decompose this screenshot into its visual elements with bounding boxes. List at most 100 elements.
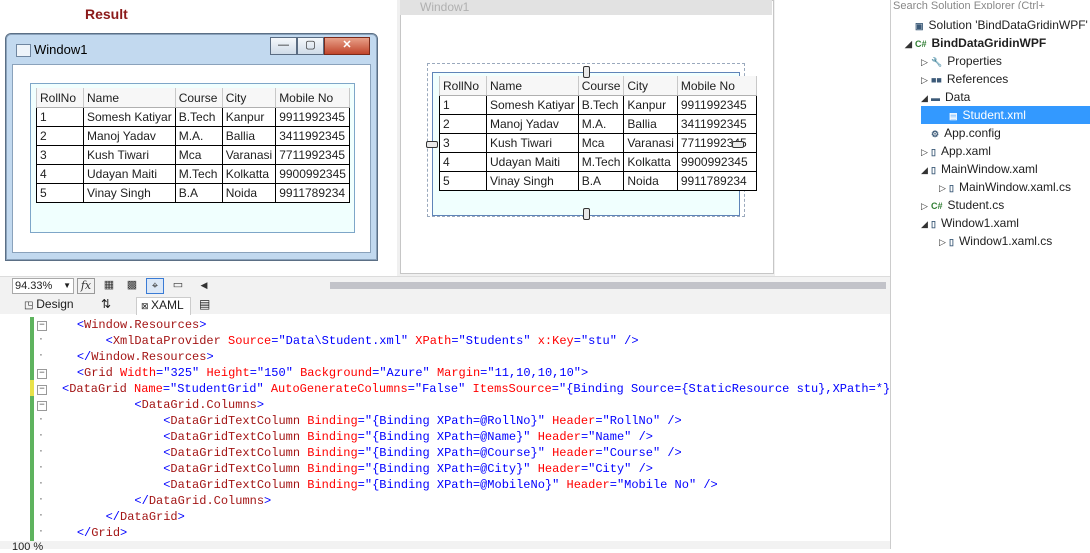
designer-grid-table[interactable]: RollNo Name Course City Mobile No 1 Somesh Ka… [439, 76, 757, 191]
tree-item[interactable]: ▷ ■■ References [921, 70, 1008, 88]
resize-handle-top[interactable] [583, 66, 590, 78]
editor-zoom[interactable]: 100 % [12, 541, 43, 553]
table-cell[interactable]: 7711992345 [677, 133, 757, 153]
column-header[interactable]: City [222, 88, 277, 108]
column-header[interactable]: RollNo [36, 88, 84, 108]
table-cell[interactable]: Mca [578, 133, 625, 153]
fold-collapse-icon[interactable]: − [37, 369, 47, 379]
expand-arrow-icon[interactable]: ▷ [921, 71, 931, 89]
table-cell[interactable]: 9900992345 [677, 152, 757, 172]
table-cell[interactable]: 3 [439, 133, 487, 153]
table-cell[interactable]: Somesh Katiyar [486, 95, 579, 115]
expand-arrow-icon[interactable]: ▷ [921, 197, 931, 215]
table-cell[interactable]: Somesh Katiyar [83, 107, 176, 127]
tree-item[interactable]: ▣ Solution 'BindDataGridinWPF' (1 [905, 16, 1090, 34]
table-cell[interactable]: Vinay Singh [486, 171, 579, 191]
fold-collapse-icon[interactable]: − [37, 321, 47, 331]
column-header[interactable]: Mobile No [275, 88, 350, 108]
expand-arrow-icon[interactable]: ▷ [939, 179, 949, 197]
table-cell[interactable]: Udayan Maiti [486, 152, 579, 172]
tab-xaml[interactable]: ⊠ XAML [136, 297, 191, 315]
result-grid-table[interactable]: RollNo Name Course City Mobile No 1 Somesh Ka… [36, 88, 350, 203]
column-header[interactable]: Name [83, 88, 176, 108]
table-cell[interactable]: B.Tech [175, 107, 223, 127]
table-cell[interactable]: 5 [36, 183, 84, 203]
code-line[interactable]: <DataGridTextColumn Binding="{Binding XP… [48, 461, 653, 477]
table-cell[interactable]: Kush Tiwari [83, 145, 176, 165]
table-cell[interactable]: 7711992345 [275, 145, 350, 165]
code-line[interactable]: <DataGridTextColumn Binding="{Binding XP… [48, 413, 682, 429]
table-cell[interactable]: Noida [623, 171, 678, 191]
resize-handle-bottom[interactable] [583, 208, 590, 220]
table-cell[interactable]: Vinay Singh [83, 183, 176, 203]
table-cell[interactable]: 4 [36, 164, 84, 184]
tree-item[interactable]: ▷ ▯ Window1.xaml.cs [939, 232, 1052, 250]
table-cell[interactable]: 2 [36, 126, 84, 146]
tree-item[interactable]: ▷ ▯ MainWindow.xaml.cs [939, 178, 1071, 196]
code-line[interactable]: </Grid> [48, 525, 127, 541]
table-row[interactable]: 4 Udayan Maiti M.Tech Kolkatta 9900992345 [36, 164, 350, 184]
code-line[interactable]: <DataGridTextColumn Binding="{Binding XP… [48, 477, 718, 493]
designer-datagrid[interactable]: RollNo Name Course City Mobile No 1 Somesh Ka… [432, 72, 757, 216]
table-cell[interactable]: 9900992345 [275, 164, 350, 184]
fold-collapse-icon[interactable]: − [37, 385, 47, 395]
swap-panes-button[interactable]: ⇅ [101, 297, 111, 311]
expand-arrow-icon[interactable]: ▷ [921, 143, 931, 161]
code-line[interactable]: <DataGridTextColumn Binding="{Binding XP… [48, 429, 653, 445]
maximize-button[interactable]: ▢ [297, 37, 324, 55]
column-header[interactable]: Course [175, 88, 223, 108]
grid-icon[interactable]: ▦ [101, 278, 117, 292]
table-cell[interactable]: Kolkatta [623, 152, 678, 172]
table-cell[interactable]: Ballia [222, 126, 277, 146]
code-line[interactable]: <DataGridTextColumn Binding="{Binding XP… [48, 445, 682, 461]
code-line[interactable]: <Grid Width="325" Height="150" Backgroun… [48, 365, 588, 381]
tree-item[interactable]: ◢ ▬ Data [921, 88, 970, 106]
table-cell[interactable]: Manoj Yadav [486, 114, 579, 134]
formula-fx-icon[interactable]: fx [77, 278, 95, 294]
column-header[interactable]: Name [486, 76, 579, 96]
expand-arrow-icon[interactable]: ▷ [921, 53, 931, 71]
minimize-button[interactable]: — [270, 37, 297, 55]
table-cell[interactable]: M.Tech [578, 152, 625, 172]
tree-item[interactable]: ▤ Student.xml [939, 106, 1026, 124]
table-cell[interactable]: Mca [175, 145, 223, 165]
snap-grid-icon[interactable]: ▩ [124, 278, 140, 292]
table-cell[interactable]: 5 [439, 171, 487, 191]
table-cell[interactable]: B.A [578, 171, 625, 191]
tab-design[interactable]: ◳ Design [24, 297, 74, 311]
table-cell[interactable]: Varanasi [222, 145, 277, 165]
table-cell[interactable]: 3 [36, 145, 84, 165]
table-cell[interactable]: Varanasi [623, 133, 678, 153]
tree-item[interactable]: ▷ 🔧 Properties [921, 52, 1002, 70]
split-pane-icon[interactable]: ▤ [199, 297, 210, 311]
resize-handle-left[interactable] [426, 141, 438, 148]
table-cell[interactable]: Kanpur [222, 107, 277, 127]
table-cell[interactable]: B.Tech [578, 95, 625, 115]
table-cell[interactable]: 9911789234 [275, 183, 350, 203]
table-cell[interactable]: Kush Tiwari [486, 133, 579, 153]
tree-item[interactable]: ◢ C# BindDataGridinWPF [905, 34, 1046, 52]
code-line[interactable]: <Window.Resources> [48, 317, 207, 333]
collapse-arrow-icon[interactable]: ◢ [905, 35, 915, 53]
tree-item[interactable]: ◢ ▯ MainWindow.xaml [921, 160, 1038, 178]
table-cell[interactable]: 9911992345 [275, 107, 350, 127]
table-row[interactable]: 1 Somesh Katiyar B.Tech Kanpur 9911992345 [36, 107, 350, 127]
resize-handle-right[interactable] [732, 141, 744, 148]
table-cell[interactable]: 2 [439, 114, 487, 134]
table-cell[interactable]: 4 [439, 152, 487, 172]
horizontal-scrollbar-thumb[interactable] [330, 282, 886, 289]
result-datagrid[interactable]: RollNo Name Course City Mobile No 1 Somesh Ka… [30, 83, 355, 233]
table-cell[interactable]: Noida [222, 183, 277, 203]
close-button[interactable]: ✕ [324, 37, 370, 55]
table-row[interactable]: 2 Manoj Yadav M.A. Ballia 3411992345 [36, 126, 350, 146]
table-row[interactable]: 5 Vinay Singh B.A Noida 9911789234 [439, 171, 757, 191]
column-header[interactable]: Mobile No [677, 76, 757, 96]
table-row[interactable]: 4 Udayan Maiti M.Tech Kolkatta 9900992345 [439, 152, 757, 172]
tree-item[interactable]: ▷ ▯ App.xaml [921, 142, 991, 160]
table-cell[interactable]: 1 [439, 95, 487, 115]
collapse-arrow-icon[interactable]: ◢ [921, 89, 931, 107]
table-cell[interactable]: Ballia [623, 114, 678, 134]
table-cell[interactable]: Kanpur [623, 95, 678, 115]
table-row[interactable]: 5 Vinay Singh B.A Noida 9911789234 [36, 183, 350, 203]
table-cell[interactable]: M.A. [175, 126, 223, 146]
